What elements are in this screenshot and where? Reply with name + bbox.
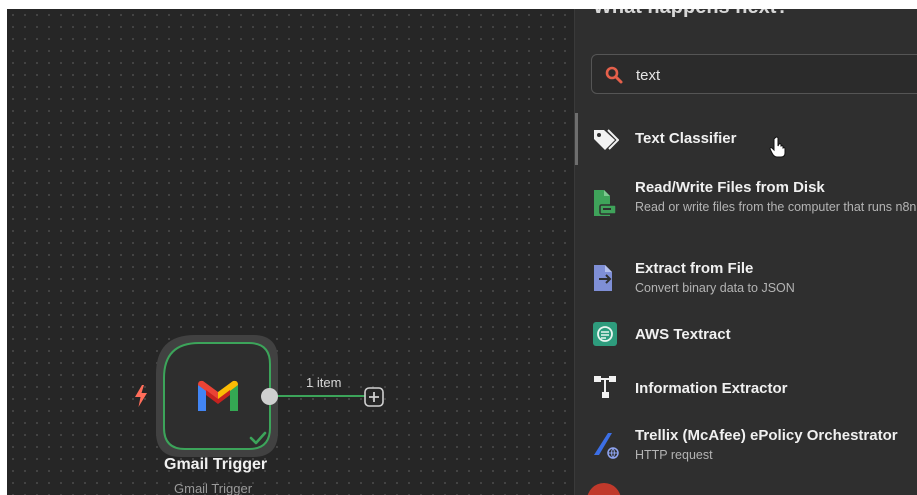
search-box[interactable] xyxy=(591,54,917,94)
node-creator-panel: What happens next? Text Classifier Read/… xyxy=(574,9,917,495)
result-title: Trellix (McAfee) ePolicy Orchestrator xyxy=(635,427,898,444)
result-title: Read/Write Files from Disk xyxy=(635,179,825,196)
result-partial-icon xyxy=(587,483,621,495)
file-extract-icon xyxy=(594,265,612,291)
result-aws-textract[interactable]: AWS Textract xyxy=(575,314,917,354)
check-icon xyxy=(249,431,267,445)
output-handle[interactable] xyxy=(261,388,278,405)
result-description: Convert binary data to JSON xyxy=(635,281,795,295)
result-title: Information Extractor xyxy=(635,380,788,397)
file-disk-icon xyxy=(594,190,617,216)
result-title: AWS Textract xyxy=(635,326,731,343)
node-title: Gmail Trigger xyxy=(164,456,268,473)
result-description: HTTP request xyxy=(635,448,713,462)
node-subtitle: Gmail Trigger xyxy=(174,481,253,495)
result-read-write-files[interactable]: Read/Write Files from Disk Read or write… xyxy=(575,175,917,245)
lightning-icon xyxy=(135,385,147,407)
connection-item-count: 1 item xyxy=(306,375,342,390)
search-icon xyxy=(605,66,623,84)
gmail-icon xyxy=(198,380,238,411)
result-text-classifier[interactable]: Text Classifier xyxy=(575,117,917,161)
trellix-icon xyxy=(594,433,619,459)
search-input[interactable] xyxy=(634,63,888,87)
plus-icon xyxy=(364,387,384,407)
workflow-canvas[interactable]: 1 item Gmail Trigger Gmail Trigger xyxy=(7,9,574,495)
add-node-button[interactable] xyxy=(364,387,384,407)
result-title: Extract from File xyxy=(635,260,754,277)
tag-icon xyxy=(594,129,619,150)
tree-icon xyxy=(594,376,616,398)
result-description: Read or write files from the computer th… xyxy=(635,200,917,214)
result-trellix[interactable]: Trellix (McAfee) ePolicy Orchestrator HT… xyxy=(575,423,917,469)
result-information-extractor[interactable]: Information Extractor xyxy=(575,369,917,409)
aws-textract-icon xyxy=(593,322,617,346)
result-title: Text Classifier xyxy=(635,130,737,147)
result-extract-from-file[interactable]: Extract from File Convert binary data to… xyxy=(575,256,917,302)
panel-title: What happens next? xyxy=(593,9,789,19)
hand-cursor-icon xyxy=(769,136,786,158)
